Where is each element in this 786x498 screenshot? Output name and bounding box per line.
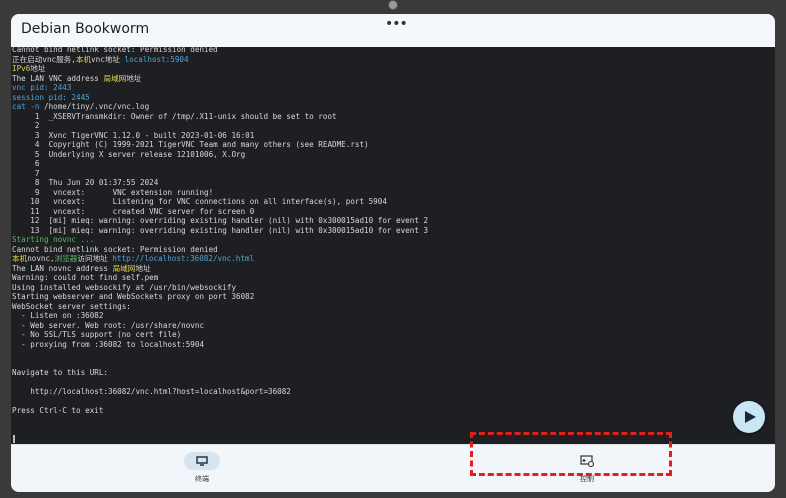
window-control-dot-icon[interactable] <box>388 0 398 10</box>
terminal-text: The LAN novnc address <box>12 263 113 273</box>
terminal-line: Starting webserver and WebSockets proxy … <box>12 292 254 302</box>
terminal-cursor <box>13 435 15 443</box>
terminal-text: 11 vncext: created VNC server for screen… <box>12 206 255 216</box>
terminal-text: novnc, <box>27 254 55 263</box>
terminal-line: Starting novnc ... <box>12 235 94 245</box>
terminal-line: vnc pid: 2443 <box>12 83 71 93</box>
terminal-text: Navigate to this URL: <box>12 368 109 377</box>
terminal-text: Press Ctrl-C to exit <box>12 406 104 415</box>
terminal-line: 2 <box>12 121 40 131</box>
terminal-line: 本机novnc,浏览器访问地址 http://localhost:36082/v… <box>12 254 254 264</box>
terminal-text: 局域网 <box>112 263 136 273</box>
terminal-text: - Web server. Web root: /usr/share/novnc <box>12 320 205 330</box>
terminal-text: 地址 <box>126 73 142 83</box>
terminal-text: 正在启动vnc服务, <box>12 54 76 64</box>
terminal-text: 6 <box>12 159 40 168</box>
terminal-text: 13 [mi] mieq: warning: overriding existi… <box>12 225 429 235</box>
window-title: Debian Bookworm <box>21 21 150 37</box>
terminal-line: 11 vncext: created VNC server for screen… <box>12 207 254 217</box>
terminal-text: 本机 <box>12 254 28 263</box>
terminal-text: 7 <box>12 168 40 178</box>
terminal-line: The LAN VNC address 局域网地址 <box>12 74 141 84</box>
terminal-line: 7 <box>12 168 40 179</box>
terminal-text: 5 Underlying X server release 12101006, … <box>12 149 246 159</box>
terminal-text: Cannot bind netlink socket: Permission d… <box>12 244 218 254</box>
play-button[interactable] <box>733 401 765 433</box>
terminal-line: 5 Underlying X server release 12101006, … <box>12 150 245 160</box>
terminal-text: The LAN VNC address <box>12 73 104 83</box>
monitor-icon <box>196 456 208 466</box>
terminal-text: 局域网 <box>103 73 127 83</box>
terminal-text: WebSocket server settings: <box>12 301 131 311</box>
terminal-line: 13 [mi] mieq: warning: overriding existi… <box>12 226 428 236</box>
terminal-text: Warning: could not find self.pem <box>12 273 159 282</box>
terminal-line: Warning: could not find self.pem <box>12 273 158 283</box>
terminal-line: Cannot bind netlink socket: Permission d… <box>12 245 218 255</box>
terminal-line: 8 Thu Jun 20 01:37:55 2024 <box>12 178 158 188</box>
title-bar: Debian Bookworm ••• <box>11 14 775 48</box>
terminal-text: cat -n <box>12 102 45 111</box>
terminal-line: - Listen on :36082 <box>12 311 103 321</box>
terminal-text: - No SSL/TLS support (no cert file) <box>12 330 182 339</box>
terminal-line: 4 Copyright (C) 1999-2021 TigerVNC Team … <box>12 140 369 150</box>
play-icon <box>745 411 756 423</box>
terminal-text: vnc地址 <box>91 54 125 64</box>
terminal-line: 9 vncext: VNC extension running! <box>12 188 213 198</box>
terminal-text: 本机 <box>75 54 92 64</box>
terminal-text: 1 _XSERVTransmkdir: Owner of /tmp/.X11-u… <box>12 111 337 121</box>
terminal-line: 正在启动vnc服务,本机vnc地址 localhost:5904 <box>12 55 189 65</box>
terminal-text: 浏览器 <box>54 254 78 263</box>
terminal-text: IPv6 <box>12 64 31 73</box>
terminal-text: 9 vncext: VNC extension running! <box>12 187 214 197</box>
terminal-text: 12 [mi] mieq: warning: overriding existi… <box>12 216 429 225</box>
terminal-text: 8 Thu Jun 20 01:37:55 2024 <box>12 178 159 187</box>
terminal-line: 3 Xvnc TigerVNC 1.12.0 - built 2023-01-0… <box>12 131 254 141</box>
terminal-text: session pid: 2445 <box>12 92 90 102</box>
terminal-text: 地址 <box>135 263 151 273</box>
terminal-line: WebSocket server settings: <box>12 302 131 312</box>
terminal-text: Cannot bind netlink socket: Permission d… <box>12 47 218 54</box>
terminal-text: Starting novnc ... <box>12 235 95 244</box>
nav-terminal-tab[interactable]: 终端 <box>184 452 220 488</box>
highlight-box <box>470 432 672 476</box>
terminal-line: IPv6地址 <box>12 64 45 74</box>
terminal-line: Using installed websockify at /usr/bin/w… <box>12 283 236 293</box>
terminal-text: localhost:5904 <box>124 54 189 64</box>
terminal-line: Press Ctrl-C to exit <box>12 406 103 416</box>
terminal-line: Navigate to this URL: <box>12 368 108 378</box>
terminal-line: - proxying from :36082 to localhost:5904 <box>12 340 204 350</box>
terminal-line: session pid: 2445 <box>12 93 90 103</box>
terminal-output[interactable]: Cannot bind netlink socket: Permission d… <box>11 47 775 444</box>
terminal-line: - Web server. Web root: /usr/share/novnc <box>12 321 204 331</box>
nav-terminal-pill <box>184 452 220 470</box>
terminal-line: The LAN novnc address 局域网地址 <box>12 264 151 274</box>
terminal-text: 地址 <box>30 64 46 73</box>
terminal-line: 1 _XSERVTransmkdir: Owner of /tmp/.X11-u… <box>12 112 337 122</box>
app-window: Debian Bookworm ••• Cannot bind netlink … <box>11 14 775 492</box>
terminal-line: http://localhost:36082/vnc.html?host=loc… <box>12 387 291 397</box>
terminal-text: - proxying from :36082 to localhost:5904 <box>12 339 205 349</box>
terminal-text: Using installed websockify at /usr/bin/w… <box>12 282 237 292</box>
terminal-line: 12 [mi] mieq: warning: overriding existi… <box>12 216 428 226</box>
more-dots-icon[interactable]: ••• <box>385 16 408 32</box>
terminal-text: 3 Xvnc TigerVNC 1.12.0 - built 2023-01-0… <box>12 130 255 140</box>
terminal-text: 2 <box>12 121 40 130</box>
terminal-text: 访问地址 <box>77 254 113 263</box>
terminal-text: vnc pid: 2443 <box>12 83 72 92</box>
terminal-line: cat -n /home/tiny/.vnc/vnc.log <box>12 102 149 112</box>
terminal-text: 4 Copyright (C) 1999-2021 TigerVNC Team … <box>12 140 369 149</box>
terminal-line: 6 <box>12 159 40 169</box>
terminal-text: 10 vncext: Listening for VNC connections… <box>12 197 387 206</box>
terminal-line: 10 vncext: Listening for VNC connections… <box>12 197 387 207</box>
terminal-text: http://localhost:36082/vnc.html <box>112 254 255 263</box>
terminal-text: Starting webserver and WebSockets proxy … <box>12 292 255 301</box>
terminal-text: - Listen on :36082 <box>12 311 104 320</box>
nav-terminal-label: 终端 <box>195 475 209 483</box>
terminal-text: http://localhost:36082/vnc.html?host=loc… <box>12 387 291 396</box>
terminal-line: - No SSL/TLS support (no cert file) <box>12 330 181 340</box>
terminal-text: /home/tiny/.vnc/vnc.log <box>44 102 150 111</box>
